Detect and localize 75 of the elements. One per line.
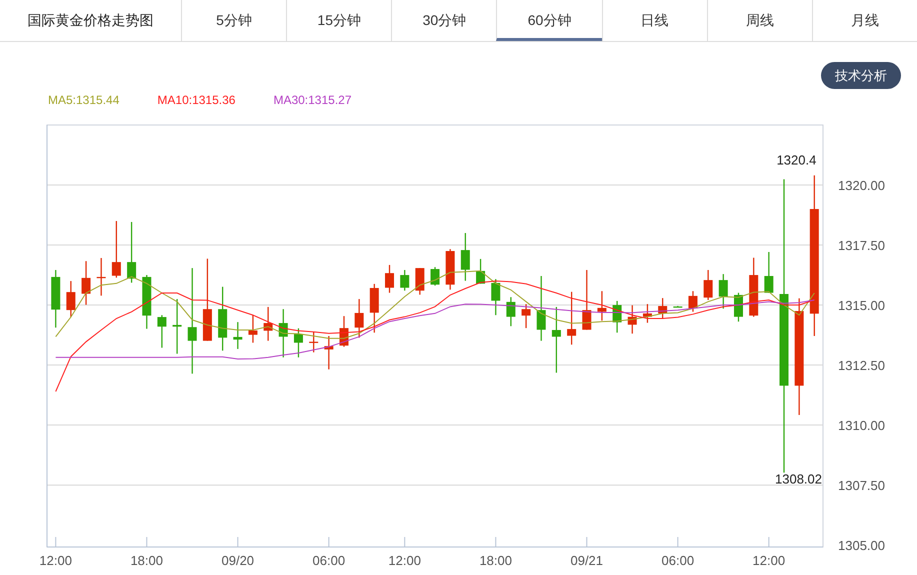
candlestick: [324, 336, 334, 370]
candlestick: [264, 306, 273, 341]
candlestick: [354, 299, 364, 338]
axis-label: 1310.00: [838, 418, 885, 434]
axis-label: 1305.00: [838, 538, 885, 554]
tab[interactable]: 日线: [602, 0, 707, 41]
candlestick: [582, 270, 592, 330]
legend-label: MA10:1315.36: [157, 92, 236, 108]
candlestick: [718, 274, 728, 309]
candlestick: [248, 315, 258, 343]
tab[interactable]: 15分钟: [286, 0, 392, 41]
page-title: 国际黄金价格走势图: [26, 11, 154, 30]
candlestick: [96, 258, 106, 296]
candlestick: [446, 249, 455, 290]
axis-label: 12:00: [388, 553, 421, 568]
candlestick: [567, 292, 576, 345]
candlestick: [552, 306, 561, 373]
candlestick: [704, 270, 713, 300]
candlestick: [430, 267, 440, 286]
candlestick: [673, 306, 682, 308]
axis-label: 09/21: [570, 553, 604, 568]
candlestick: [642, 304, 652, 323]
axis-label: 1320.00: [838, 178, 885, 193]
tab[interactable]: 60分钟: [496, 0, 602, 41]
legend-label: MA5:1315.44: [48, 92, 120, 108]
axis-label: 1312.50: [838, 358, 885, 374]
tab[interactable]: 月线: [812, 0, 917, 41]
candlestick: [688, 291, 698, 312]
tab[interactable]: 周线: [706, 0, 812, 41]
candlestick: [233, 322, 242, 349]
candlestick: [491, 279, 500, 316]
tab[interactable]: 30分钟: [391, 0, 496, 41]
tab[interactable]: 5分钟: [181, 0, 286, 41]
candlestick: [658, 298, 668, 319]
axis-label: 1317.50: [838, 238, 885, 254]
candlestick: [749, 258, 758, 317]
candlestick: [522, 304, 531, 328]
candlestick: [278, 309, 288, 358]
candlestick: [476, 258, 486, 284]
candlestick: [385, 264, 394, 293]
axis-label: 1307.50: [838, 478, 885, 494]
candlestick: [400, 270, 410, 291]
candlestick: [82, 261, 91, 305]
candlestick: [66, 281, 76, 318]
candlestick: [51, 270, 60, 328]
candlestick: [370, 284, 379, 333]
candlestick: [536, 276, 546, 341]
axis-label: 06:00: [312, 553, 346, 568]
price-label: 1308.02: [775, 472, 822, 487]
candlestick: [628, 305, 637, 334]
axis-label: 06:00: [662, 553, 694, 568]
candlestick: [309, 332, 318, 352]
axis-label: 1315.00: [838, 298, 885, 314]
legend-label: MA30:1315.27: [273, 92, 352, 108]
candlestick: [112, 221, 121, 278]
candlestick: [172, 299, 182, 354]
candlestick: [294, 328, 303, 358]
candlestick: [506, 297, 516, 326]
candlestick: [142, 275, 152, 329]
candlestick: [218, 286, 228, 351]
technical-analysis-button[interactable]: 技术分析: [821, 62, 901, 89]
price-label: 1320.4: [776, 152, 816, 168]
candlestick: [612, 300, 622, 333]
axis-label: 18:00: [479, 553, 512, 568]
axis-label: 18:00: [130, 553, 163, 568]
candlestick: [734, 292, 743, 322]
candlestick: [460, 233, 470, 281]
candlestick: [597, 291, 606, 321]
candlestick: [127, 222, 136, 283]
candlestick: [157, 315, 166, 348]
candlestick: [764, 252, 774, 293]
axis-label: 12:00: [39, 553, 72, 568]
axis-label: 09/20: [222, 553, 254, 568]
axis-label: 12:00: [752, 553, 786, 568]
candlestick: [340, 316, 348, 347]
